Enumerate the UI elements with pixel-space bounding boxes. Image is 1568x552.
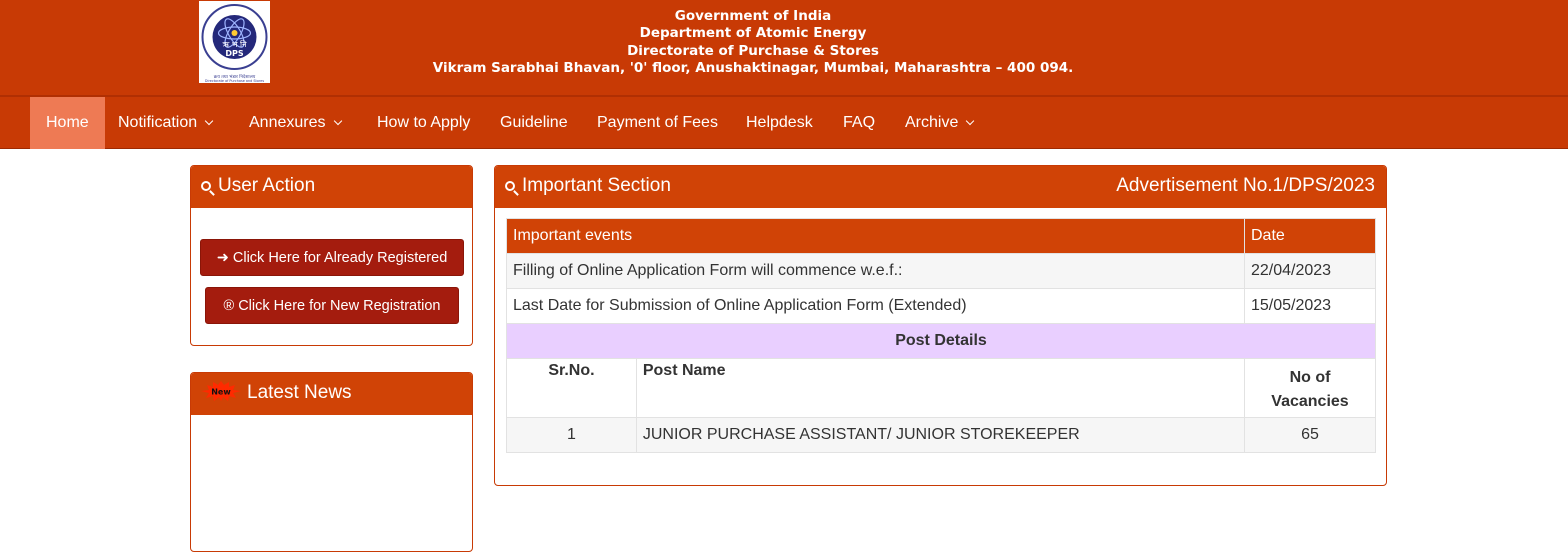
nav-faq[interactable]: FAQ	[843, 97, 875, 149]
post-columns-header-row: Sr.No. Post Name No of Vacancies	[506, 358, 1376, 418]
logo-script-text: ऋ भ नि	[222, 39, 247, 49]
post-vacancies-cell: 65	[1244, 417, 1376, 453]
nav-helpdesk-label: Helpdesk	[746, 114, 813, 131]
user-action-header: User Action	[191, 166, 472, 208]
event-cell: Last Date for Submission of Online Appli…	[506, 288, 1245, 324]
nav-archive[interactable]: Archive	[905, 97, 975, 149]
nav-how-to-apply-label: How to Apply	[377, 114, 471, 131]
important-section-title: Important Section	[522, 175, 671, 196]
sr-no-header: Sr.No.	[506, 358, 637, 418]
site-header: ऋ भ नि DPS क्रय तथा भंडार निदेशालय Direc…	[0, 0, 1568, 95]
post-details-title: Post Details	[506, 323, 1376, 359]
advertisement-number: Advertisement No.1/DPS/2023	[1116, 175, 1375, 196]
chevron-down-icon	[966, 116, 975, 126]
nav-faq-label: FAQ	[843, 114, 876, 131]
header-line-department: Department of Atomic Energy	[639, 25, 867, 42]
table-row: Last Date for Submission of Online Appli…	[506, 288, 1376, 324]
latest-news-panel: New Latest News	[190, 372, 473, 552]
post-sr-cell: 1	[506, 417, 637, 453]
nav-guideline[interactable]: Guideline	[500, 97, 568, 149]
important-section-header: Important Section Advertisement No.1/DPS…	[495, 166, 1386, 208]
latest-news-header: New Latest News	[191, 373, 472, 415]
nav-annexures-label: Annexures	[249, 114, 326, 131]
events-column-header: Important events	[506, 218, 1245, 254]
search-icon	[201, 181, 211, 191]
nav-notification[interactable]: Notification	[118, 97, 214, 149]
chevron-down-icon	[333, 116, 342, 126]
nav-home-label: Home	[46, 114, 89, 131]
nav-payment-label: Payment of Fees	[597, 114, 718, 131]
nav-archive-label: Archive	[905, 114, 959, 131]
user-action-panel: User Action ➜ Click Here for Already Reg…	[190, 165, 473, 346]
nav-guideline-label: Guideline	[500, 114, 568, 131]
event-date-cell: 15/05/2023	[1244, 288, 1376, 324]
post-name-cell: JUNIOR PURCHASE ASSISTANT/ JUNIOR STOREK…	[635, 417, 1246, 453]
header-line-address: Vikram Sarabhai Bhavan, '0' floor, Anush…	[432, 59, 1074, 76]
event-date-cell: 22/04/2023	[1244, 253, 1376, 289]
important-section-panel: Important Section Advertisement No.1/DPS…	[494, 165, 1387, 486]
search-icon	[505, 181, 515, 191]
events-header-row: Important events Date	[506, 218, 1376, 254]
new-registration-button[interactable]: ® Click Here for New Registration	[205, 287, 459, 324]
new-badge-icon: New	[201, 376, 241, 401]
logo-caption-en: Directorate of Purchase and Stores	[205, 79, 264, 83]
user-action-title: User Action	[218, 175, 316, 196]
header-line-government: Government of India	[674, 8, 832, 24]
table-row: Filling of Online Application Form will …	[506, 253, 1376, 289]
latest-news-title: Latest News	[247, 382, 352, 403]
nav-home[interactable]: Home	[30, 97, 105, 149]
table-row: 1 JUNIOR PURCHASE ASSISTANT/ JUNIOR STOR…	[506, 417, 1376, 453]
nav-payment-of-fees[interactable]: Payment of Fees	[597, 97, 718, 149]
already-registered-button[interactable]: ➜ Click Here for Already Registered	[200, 239, 464, 276]
main-navbar: Home Notification Annexures How to Apply…	[0, 95, 1568, 149]
post-details-title-row: Post Details	[506, 323, 1376, 359]
chevron-down-icon	[204, 116, 214, 126]
dps-logo[interactable]: ऋ भ नि DPS क्रय तथा भंडार निदेशालय Direc…	[199, 1, 270, 83]
logo-abbr: DPS	[225, 49, 244, 58]
nav-helpdesk[interactable]: Helpdesk	[746, 97, 813, 149]
date-column-header: Date	[1244, 218, 1376, 254]
nav-how-to-apply[interactable]: How to Apply	[377, 97, 470, 149]
header-title-block: Government of India Department of Atomic…	[430, 8, 1076, 77]
header-line-directorate: Directorate of Purchase & Stores	[627, 42, 879, 59]
event-cell: Filling of Online Application Form will …	[506, 253, 1245, 289]
important-table: Important events Date Filling of Online …	[506, 218, 1376, 453]
nav-annexures[interactable]: Annexures	[249, 97, 342, 149]
new-badge-text: New	[211, 388, 231, 397]
nav-notification-label: Notification	[118, 114, 198, 131]
vacancies-header: No of Vacancies	[1244, 358, 1376, 418]
post-name-header: Post Name	[635, 358, 1246, 418]
